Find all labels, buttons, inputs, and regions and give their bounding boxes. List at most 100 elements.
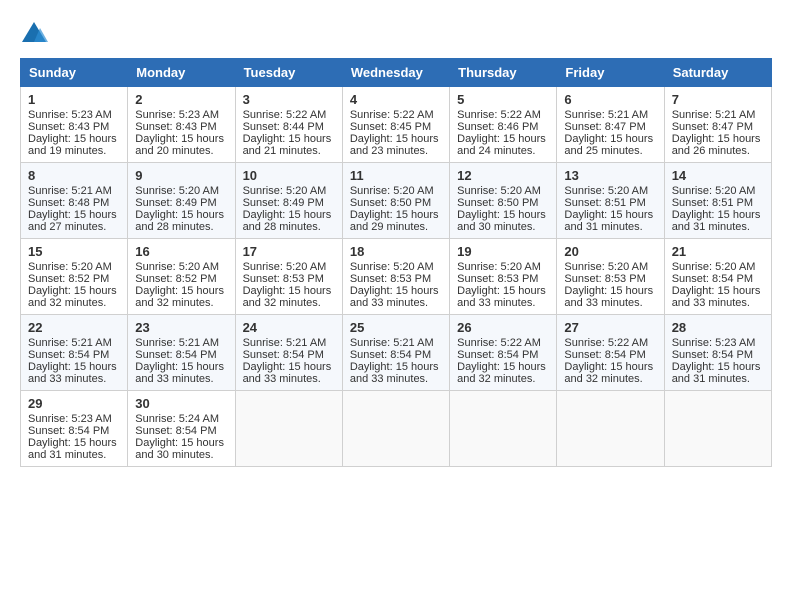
calendar-cell: 24 Sunrise: 5:21 AM Sunset: 8:54 PM Dayl…	[235, 315, 342, 391]
calendar-day-header: Thursday	[450, 59, 557, 87]
day-number: 25	[350, 320, 442, 335]
sunrise-label: Sunrise: 5:20 AM	[243, 261, 327, 273]
sunrise-label: Sunrise: 5:22 AM	[350, 109, 434, 121]
daylight-label: Daylight: 15 hours	[672, 285, 761, 297]
day-number: 13	[564, 168, 656, 183]
daylight-minutes: and 26 minutes.	[672, 145, 750, 157]
sunrise-label: Sunrise: 5:20 AM	[135, 261, 219, 273]
day-number: 22	[28, 320, 120, 335]
sunset-label: Sunset: 8:49 PM	[243, 197, 324, 209]
sunrise-label: Sunrise: 5:23 AM	[28, 413, 112, 425]
daylight-label: Daylight: 15 hours	[243, 133, 332, 145]
calendar-cell: 22 Sunrise: 5:21 AM Sunset: 8:54 PM Dayl…	[21, 315, 128, 391]
day-number: 10	[243, 168, 335, 183]
sunrise-label: Sunrise: 5:21 AM	[28, 185, 112, 197]
sunrise-label: Sunrise: 5:20 AM	[350, 185, 434, 197]
sunrise-label: Sunrise: 5:22 AM	[457, 337, 541, 349]
calendar-week-row: 29 Sunrise: 5:23 AM Sunset: 8:54 PM Dayl…	[21, 391, 772, 467]
sunrise-label: Sunrise: 5:20 AM	[672, 185, 756, 197]
calendar-cell: 18 Sunrise: 5:20 AM Sunset: 8:53 PM Dayl…	[342, 239, 449, 315]
daylight-label: Daylight: 15 hours	[564, 209, 653, 221]
calendar-cell: 13 Sunrise: 5:20 AM Sunset: 8:51 PM Dayl…	[557, 163, 664, 239]
daylight-label: Daylight: 15 hours	[350, 361, 439, 373]
daylight-minutes: and 28 minutes.	[243, 221, 321, 233]
daylight-label: Daylight: 15 hours	[28, 209, 117, 221]
day-number: 8	[28, 168, 120, 183]
daylight-minutes: and 33 minutes.	[243, 373, 321, 385]
calendar-cell: 6 Sunrise: 5:21 AM Sunset: 8:47 PM Dayli…	[557, 87, 664, 163]
day-number: 30	[135, 396, 227, 411]
daylight-minutes: and 30 minutes.	[135, 449, 213, 461]
day-number: 9	[135, 168, 227, 183]
day-number: 18	[350, 244, 442, 259]
sunset-label: Sunset: 8:53 PM	[564, 273, 645, 285]
day-number: 23	[135, 320, 227, 335]
daylight-minutes: and 25 minutes.	[564, 145, 642, 157]
day-number: 24	[243, 320, 335, 335]
sunset-label: Sunset: 8:54 PM	[135, 425, 216, 437]
sunrise-label: Sunrise: 5:21 AM	[28, 337, 112, 349]
calendar-cell: 28 Sunrise: 5:23 AM Sunset: 8:54 PM Dayl…	[664, 315, 771, 391]
daylight-label: Daylight: 15 hours	[672, 209, 761, 221]
calendar-cell: 19 Sunrise: 5:20 AM Sunset: 8:53 PM Dayl…	[450, 239, 557, 315]
daylight-label: Daylight: 15 hours	[28, 361, 117, 373]
calendar-cell: 25 Sunrise: 5:21 AM Sunset: 8:54 PM Dayl…	[342, 315, 449, 391]
daylight-minutes: and 33 minutes.	[135, 373, 213, 385]
sunrise-label: Sunrise: 5:20 AM	[243, 185, 327, 197]
day-number: 5	[457, 92, 549, 107]
day-number: 14	[672, 168, 764, 183]
sunset-label: Sunset: 8:54 PM	[672, 273, 753, 285]
daylight-minutes: and 32 minutes.	[28, 297, 106, 309]
sunset-label: Sunset: 8:54 PM	[457, 349, 538, 361]
sunrise-label: Sunrise: 5:21 AM	[243, 337, 327, 349]
daylight-label: Daylight: 15 hours	[564, 361, 653, 373]
sunrise-label: Sunrise: 5:23 AM	[672, 337, 756, 349]
calendar-cell: 2 Sunrise: 5:23 AM Sunset: 8:43 PM Dayli…	[128, 87, 235, 163]
daylight-label: Daylight: 15 hours	[564, 133, 653, 145]
day-number: 20	[564, 244, 656, 259]
sunrise-label: Sunrise: 5:20 AM	[135, 185, 219, 197]
sunset-label: Sunset: 8:43 PM	[28, 121, 109, 133]
day-number: 28	[672, 320, 764, 335]
calendar-cell: 26 Sunrise: 5:22 AM Sunset: 8:54 PM Dayl…	[450, 315, 557, 391]
calendar-header-row: SundayMondayTuesdayWednesdayThursdayFrid…	[21, 59, 772, 87]
calendar-cell	[342, 391, 449, 467]
day-number: 15	[28, 244, 120, 259]
sunset-label: Sunset: 8:52 PM	[135, 273, 216, 285]
daylight-minutes: and 31 minutes.	[28, 449, 106, 461]
sunset-label: Sunset: 8:43 PM	[135, 121, 216, 133]
sunset-label: Sunset: 8:54 PM	[350, 349, 431, 361]
daylight-minutes: and 32 minutes.	[457, 373, 535, 385]
day-number: 26	[457, 320, 549, 335]
sunset-label: Sunset: 8:47 PM	[564, 121, 645, 133]
daylight-minutes: and 31 minutes.	[672, 373, 750, 385]
daylight-label: Daylight: 15 hours	[243, 285, 332, 297]
calendar-cell: 11 Sunrise: 5:20 AM Sunset: 8:50 PM Dayl…	[342, 163, 449, 239]
daylight-label: Daylight: 15 hours	[350, 133, 439, 145]
calendar-cell: 21 Sunrise: 5:20 AM Sunset: 8:54 PM Dayl…	[664, 239, 771, 315]
calendar-cell: 30 Sunrise: 5:24 AM Sunset: 8:54 PM Dayl…	[128, 391, 235, 467]
daylight-label: Daylight: 15 hours	[672, 133, 761, 145]
daylight-label: Daylight: 15 hours	[28, 285, 117, 297]
daylight-minutes: and 24 minutes.	[457, 145, 535, 157]
daylight-label: Daylight: 15 hours	[457, 361, 546, 373]
calendar-week-row: 1 Sunrise: 5:23 AM Sunset: 8:43 PM Dayli…	[21, 87, 772, 163]
daylight-label: Daylight: 15 hours	[350, 209, 439, 221]
calendar-week-row: 15 Sunrise: 5:20 AM Sunset: 8:52 PM Dayl…	[21, 239, 772, 315]
daylight-label: Daylight: 15 hours	[243, 361, 332, 373]
daylight-label: Daylight: 15 hours	[135, 133, 224, 145]
daylight-label: Daylight: 15 hours	[457, 285, 546, 297]
calendar-cell: 4 Sunrise: 5:22 AM Sunset: 8:45 PM Dayli…	[342, 87, 449, 163]
sunset-label: Sunset: 8:54 PM	[135, 349, 216, 361]
calendar-day-header: Sunday	[21, 59, 128, 87]
calendar-cell: 3 Sunrise: 5:22 AM Sunset: 8:44 PM Dayli…	[235, 87, 342, 163]
daylight-label: Daylight: 15 hours	[243, 209, 332, 221]
sunset-label: Sunset: 8:45 PM	[350, 121, 431, 133]
sunset-label: Sunset: 8:44 PM	[243, 121, 324, 133]
sunset-label: Sunset: 8:46 PM	[457, 121, 538, 133]
sunrise-label: Sunrise: 5:20 AM	[564, 261, 648, 273]
calendar-cell: 7 Sunrise: 5:21 AM Sunset: 8:47 PM Dayli…	[664, 87, 771, 163]
calendar-cell: 1 Sunrise: 5:23 AM Sunset: 8:43 PM Dayli…	[21, 87, 128, 163]
daylight-minutes: and 32 minutes.	[564, 373, 642, 385]
daylight-label: Daylight: 15 hours	[135, 437, 224, 449]
